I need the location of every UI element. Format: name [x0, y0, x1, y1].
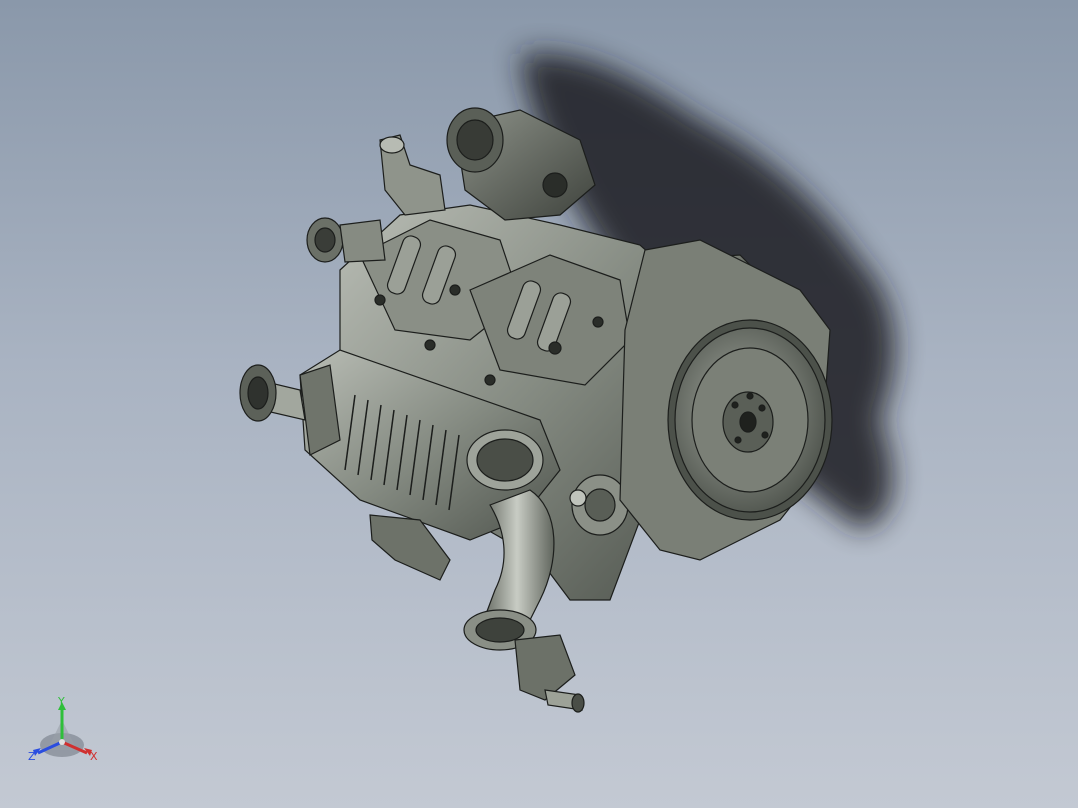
coolant-outlet: [379, 134, 446, 216]
axis-z-label: Z: [28, 750, 36, 763]
engine-model-view[interactable]: [0, 0, 1078, 808]
throttle-inlet: [466, 429, 544, 491]
idler-pulley-upper: [306, 217, 386, 263]
supercharger-pulley: [239, 364, 306, 422]
axis-y-label: Y: [58, 695, 65, 708]
intake-flange-bore: [475, 617, 525, 643]
orientation-triad[interactable]: Y Z X: [22, 690, 112, 770]
air-sensor-housing: [514, 634, 585, 713]
flywheel: [667, 319, 833, 521]
cad-viewport[interactable]: Y Z X: [0, 0, 1078, 808]
axis-x-label: X: [90, 750, 98, 763]
